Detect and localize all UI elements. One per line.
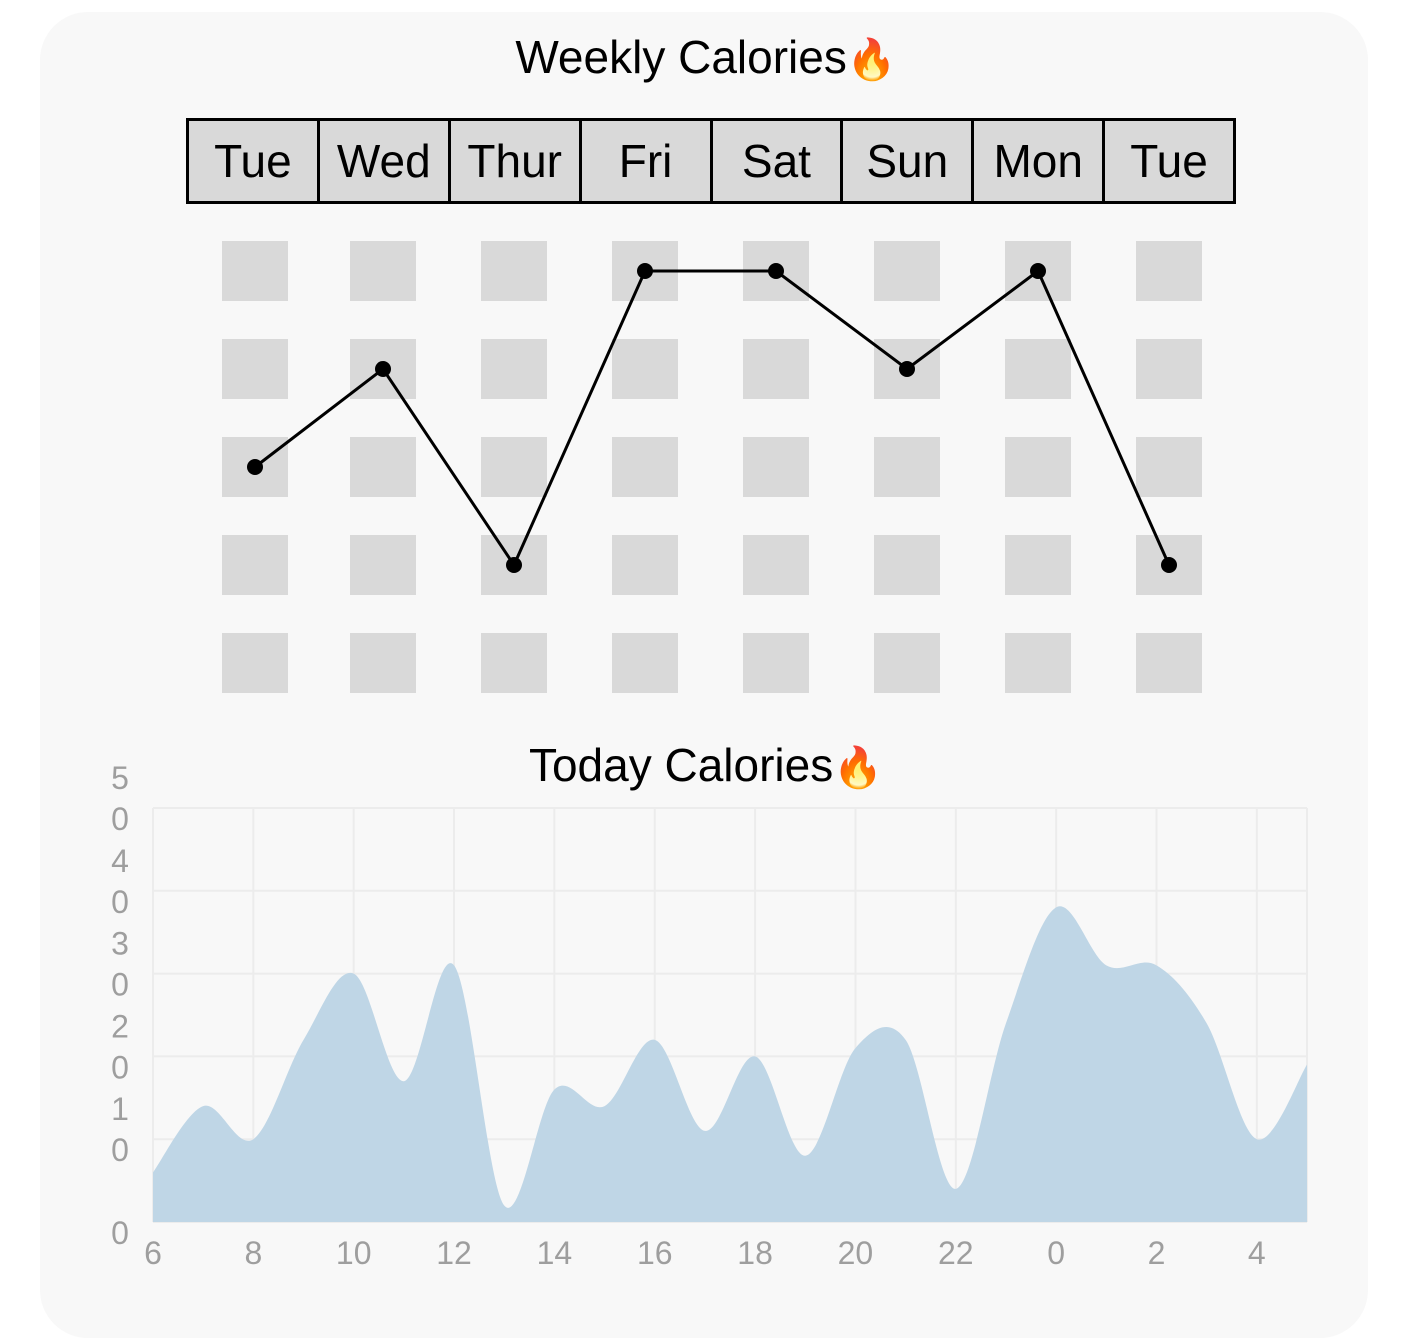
x-tick-label: 2 (1148, 1235, 1166, 1271)
y-tick-label: 0 (111, 967, 129, 1003)
y-tick-label: 0 (111, 1049, 129, 1085)
x-tick-label: 14 (537, 1235, 573, 1271)
y-tick-label: 0 (111, 1215, 129, 1251)
calories-area (153, 906, 1307, 1222)
y-tick-label: 3 (111, 926, 129, 962)
x-tick-label: 20 (838, 1235, 874, 1271)
x-tick-label: 4 (1248, 1235, 1266, 1271)
today-calories-chart: 6 8 10 12 14 16 18 20 22 0 2 401020304050 (111, 760, 1308, 1271)
x-tick-label: 8 (244, 1235, 262, 1271)
x-tick-label: 12 (436, 1235, 472, 1271)
y-tick-label: 0 (111, 884, 129, 920)
y-tick-label: 5 (111, 760, 129, 796)
x-tick-label: 6 (144, 1235, 162, 1271)
x-tick-label: 22 (938, 1235, 974, 1271)
x-tick-label: 0 (1047, 1235, 1065, 1271)
y-tick-label: 0 (111, 801, 129, 837)
x-tick-label: 16 (637, 1235, 673, 1271)
x-tick-label: 18 (737, 1235, 773, 1271)
y-tick-label: 2 (111, 1008, 129, 1044)
x-tick-label: 10 (336, 1235, 372, 1271)
y-tick-label: 0 (111, 1132, 129, 1168)
y-tick-label: 1 (111, 1091, 129, 1127)
y-tick-label: 4 (111, 843, 129, 879)
